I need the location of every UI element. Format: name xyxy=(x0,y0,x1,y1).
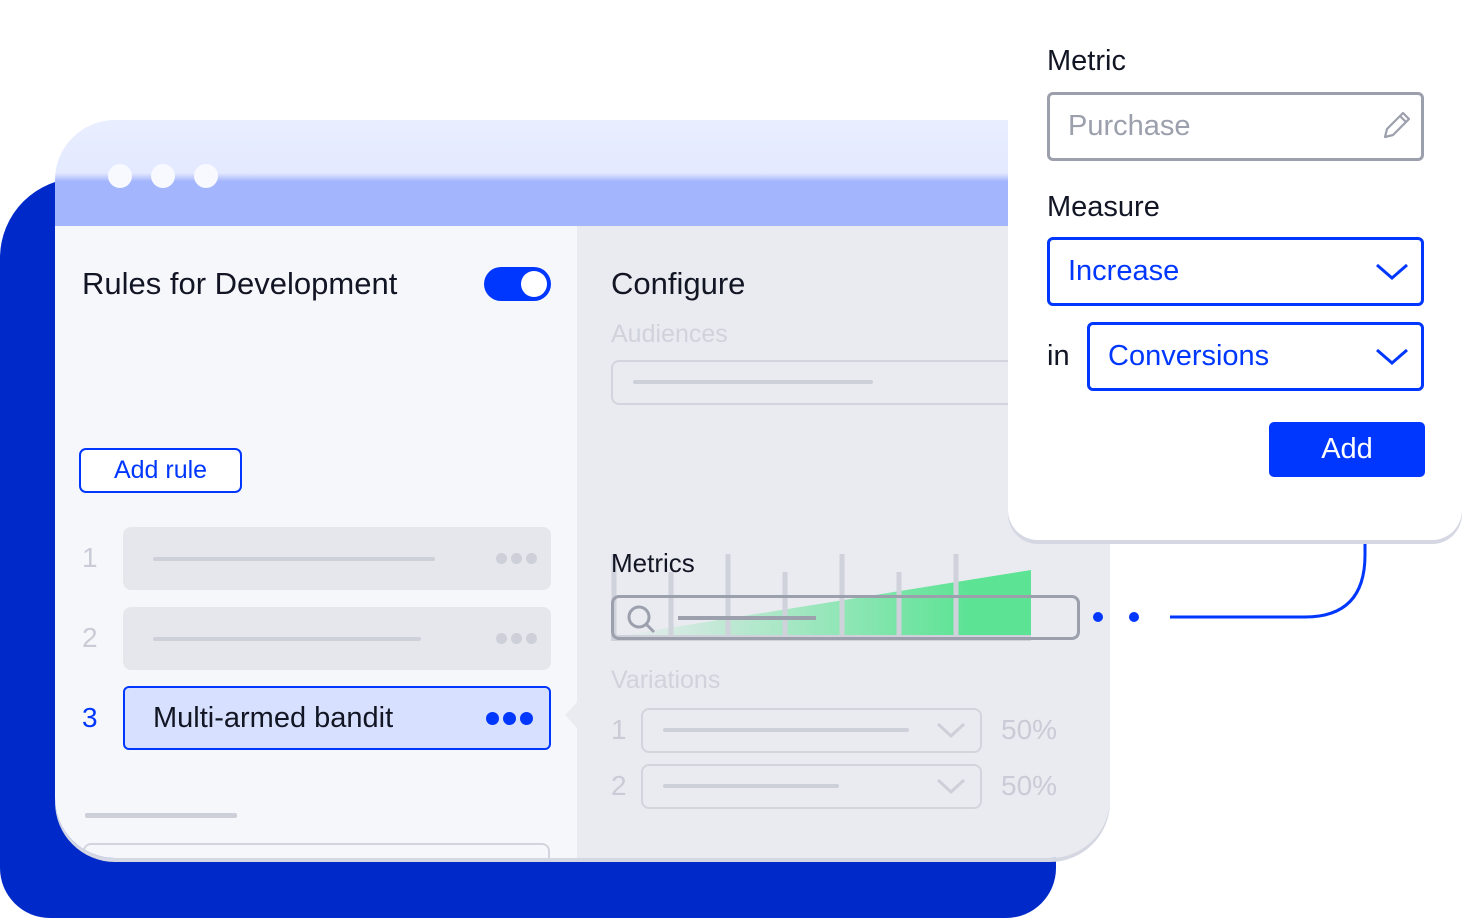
measure-value: Increase xyxy=(1068,255,1180,287)
add-button[interactable]: Add xyxy=(1269,422,1425,477)
chevron-down-icon xyxy=(936,778,966,795)
pencil-icon[interactable] xyxy=(1379,109,1413,143)
placeholder-line xyxy=(678,616,816,620)
chevron-down-icon xyxy=(506,857,534,858)
placeholder-select[interactable] xyxy=(83,843,550,858)
metrics-search-input[interactable] xyxy=(611,595,1080,640)
app-window: Rules for Development Add rule 1 2 3 Mul… xyxy=(55,120,1110,858)
toggle-knob xyxy=(521,271,547,297)
rule-label: Multi-armed bandit xyxy=(153,702,394,734)
rules-title: Rules for Development xyxy=(82,266,398,301)
rule-row[interactable] xyxy=(123,607,551,670)
variation-percent: 50% xyxy=(1001,714,1058,745)
variations-label: Variations xyxy=(611,666,721,694)
variation-number: 1 xyxy=(611,714,627,745)
configure-title: Configure xyxy=(611,266,746,301)
search-icon xyxy=(627,605,656,634)
metric-input[interactable]: Purchase xyxy=(1047,92,1424,161)
in-label: in xyxy=(1047,340,1070,372)
add-rule-button[interactable]: Add rule xyxy=(79,448,242,493)
variation-select[interactable] xyxy=(641,708,982,753)
title-bar xyxy=(55,120,1110,226)
pointer-notch xyxy=(565,700,579,730)
rule-number: 1 xyxy=(82,542,98,573)
placeholder-line xyxy=(153,637,421,641)
rules-panel: Rules for Development Add rule 1 2 3 Mul… xyxy=(55,226,577,858)
metric-label: Metric xyxy=(1047,45,1126,77)
window-dot xyxy=(194,164,218,188)
rule-row-selected[interactable]: Multi-armed bandit xyxy=(123,686,551,750)
in-select[interactable]: Conversions xyxy=(1087,322,1424,391)
more-icon[interactable] xyxy=(496,553,537,564)
variation-select[interactable] xyxy=(641,764,982,809)
placeholder-line xyxy=(663,784,839,788)
placeholder-line xyxy=(153,557,435,561)
metrics-label: Metrics xyxy=(611,548,695,578)
rule-number: 2 xyxy=(82,622,98,653)
metric-value: Purchase xyxy=(1068,110,1191,142)
window-dot xyxy=(108,164,132,188)
chevron-down-icon xyxy=(936,722,966,739)
audiences-label: Audiences xyxy=(611,320,728,348)
rules-toggle[interactable] xyxy=(484,267,551,301)
chevron-down-icon xyxy=(1376,263,1408,280)
measure-label: Measure xyxy=(1047,191,1160,223)
variation-percent: 50% xyxy=(1001,770,1058,801)
more-icon[interactable] xyxy=(486,712,533,725)
in-value: Conversions xyxy=(1108,340,1270,372)
chevron-down-icon xyxy=(1376,348,1408,365)
placeholder-line xyxy=(633,380,873,384)
variation-number: 2 xyxy=(611,770,627,801)
more-icon[interactable] xyxy=(496,633,537,644)
audiences-input[interactable] xyxy=(611,360,1031,405)
measure-select[interactable]: Increase xyxy=(1047,237,1424,306)
placeholder-line xyxy=(85,813,237,818)
window-dot xyxy=(151,164,175,188)
metric-popup: Metric Purchase Measure Increase in Conv… xyxy=(1008,0,1462,540)
rule-row[interactable] xyxy=(123,527,551,590)
rule-number: 3 xyxy=(82,702,98,733)
placeholder-line xyxy=(663,728,909,732)
